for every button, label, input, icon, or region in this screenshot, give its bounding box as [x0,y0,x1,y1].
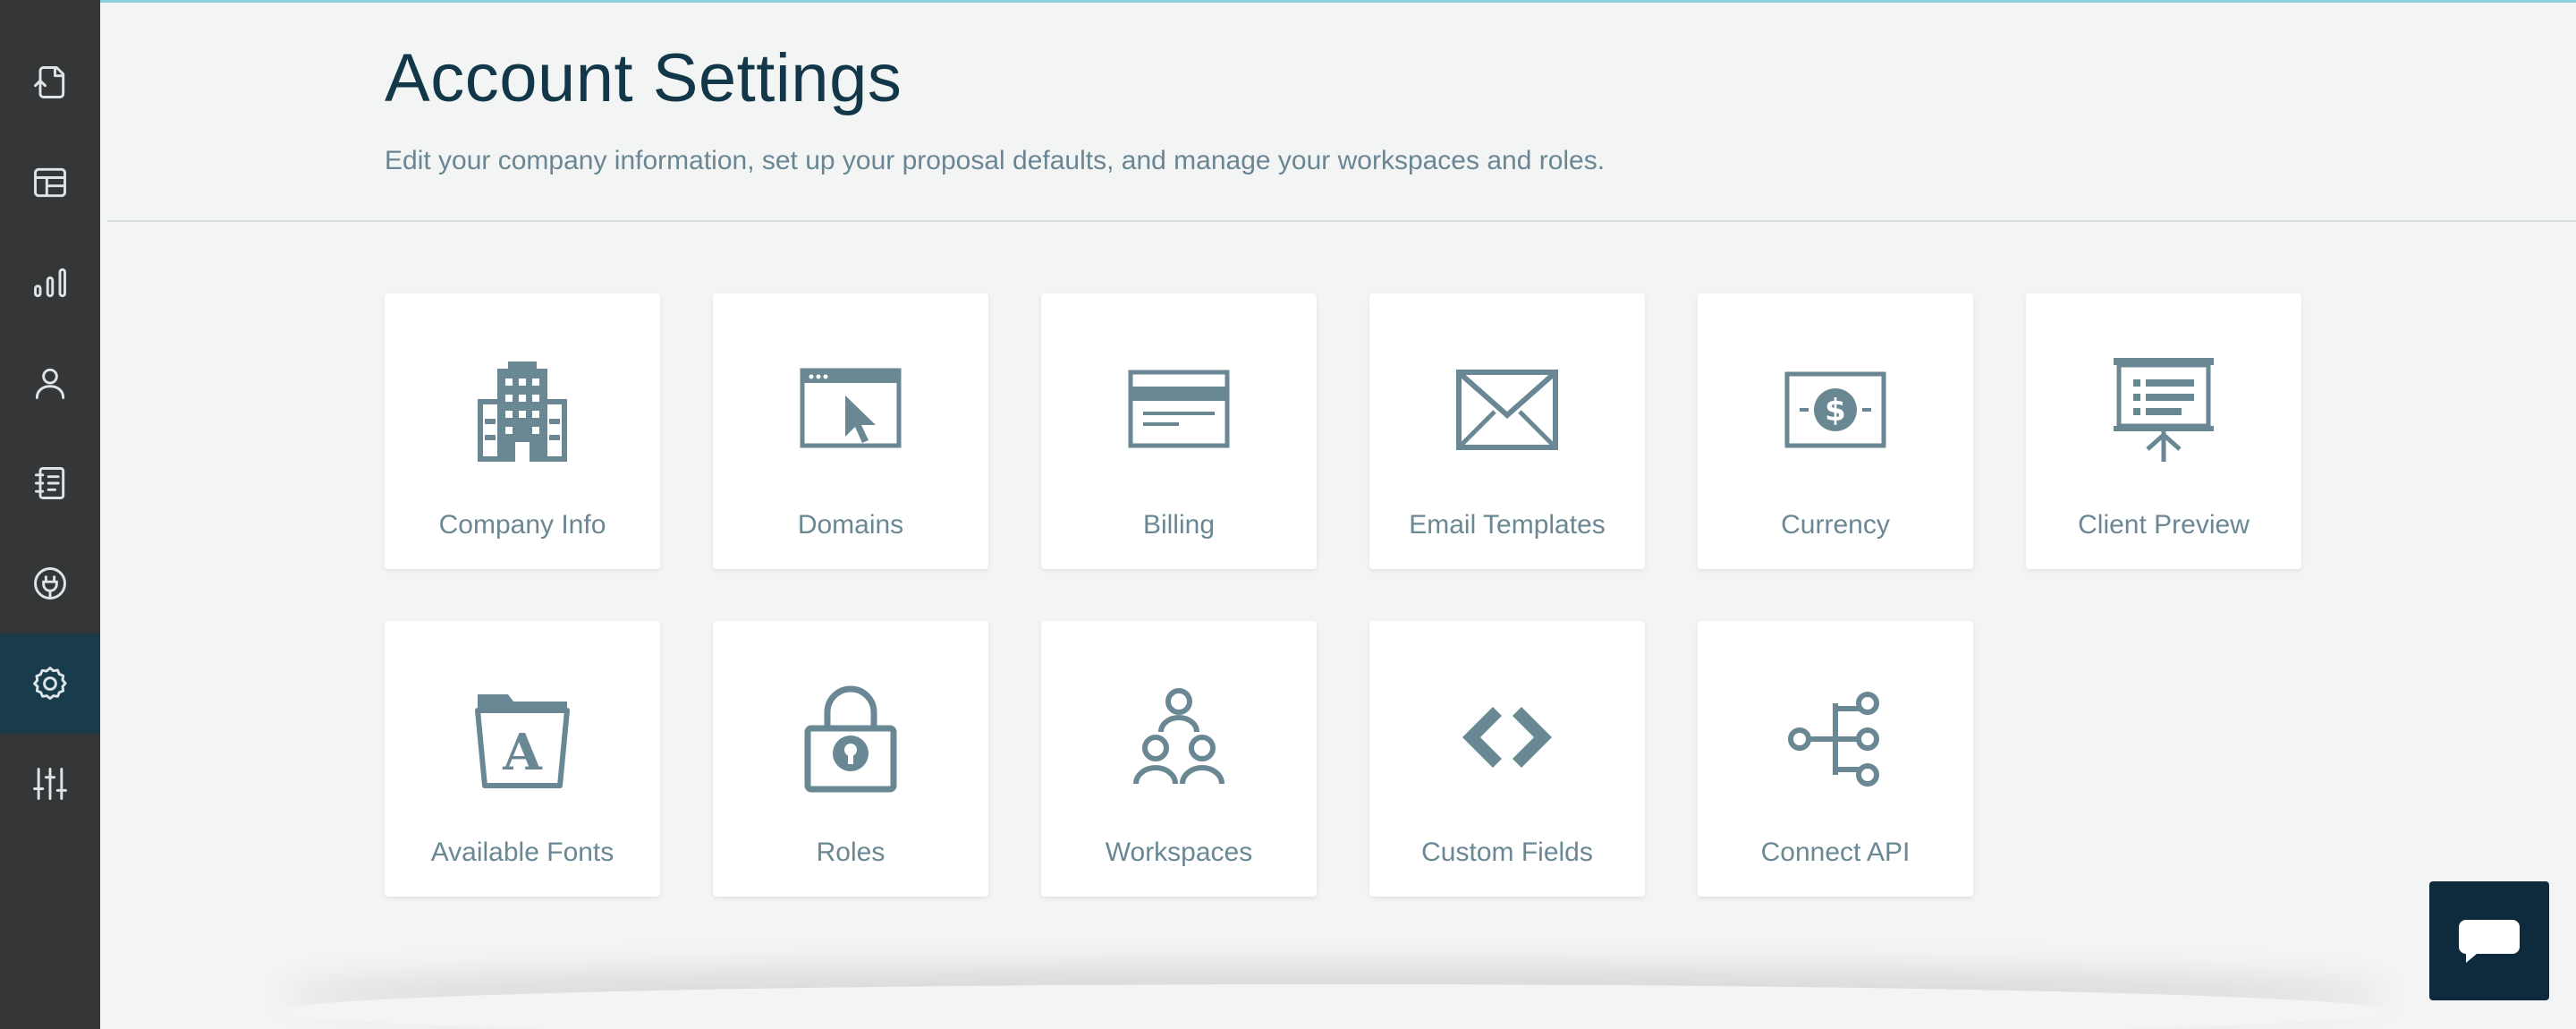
building-icon [478,361,567,462]
card-company-info[interactable]: Company Info [385,293,660,569]
card-label: Company Info [438,510,606,540]
sidebar-item-documents[interactable] [0,32,100,132]
page-title: Account Settings [385,40,902,116]
card-connect-api[interactable]: Connect API [1698,621,1973,897]
chat-launcher-button[interactable] [2429,881,2549,1000]
sidebar-item-integrations[interactable] [0,533,100,634]
svg-text:A: A [502,723,543,782]
card-label: Roles [816,838,886,867]
card-label: Billing [1142,510,1216,540]
gear-icon [33,667,67,701]
card-custom-fields[interactable]: Custom Fields [1369,621,1645,897]
card-billing[interactable]: Billing [1041,293,1317,569]
api-network-icon [1788,692,1879,787]
sidebar-item-preferences[interactable] [0,734,100,834]
card-label: Currency [1781,510,1890,540]
padlock-icon [804,685,897,793]
card-label: Client Preview [2078,510,2250,540]
card-client-preview[interactable]: Client Preview [2026,293,2301,569]
chat-bubble-icon [2459,919,2520,963]
svg-text:$: $ [1825,393,1846,429]
notebook-icon [34,467,65,499]
card-label: Available Fonts [430,838,614,867]
sidebar-item-library[interactable] [0,433,100,533]
user-icon [35,368,65,399]
card-domains[interactable]: Domains [713,293,988,569]
presentation-board-icon [2114,358,2214,462]
page-subtitle: Edit your company information, set up yo… [385,146,1606,175]
bar-chart-icon [34,268,66,298]
sidebar-item-templates[interactable] [0,132,100,233]
font-folder-icon: A [475,694,570,788]
people-group-icon [1133,688,1224,785]
bottom-panel-shadow [279,984,2390,1029]
card-currency[interactable]: $ Currency [1698,293,1973,569]
code-brackets-icon [1462,707,1552,768]
sidebar [0,0,100,1029]
sidebar-item-reports[interactable] [0,233,100,333]
sidebar-item-settings[interactable] [0,634,100,734]
sidebar-item-contacts[interactable] [0,333,100,433]
sliders-icon [33,768,67,800]
envelope-icon [1456,370,1558,450]
card-roles[interactable]: Roles [713,621,988,897]
card-label: Workspaces [1105,838,1253,867]
dollar-bill-icon: $ [1784,371,1886,448]
card-label: Connect API [1760,838,1911,867]
main-content: Account Settings Edit your company infor… [100,0,2576,1029]
card-label: Domains [797,510,904,540]
credit-card-icon [1128,370,1230,448]
card-email-templates[interactable]: Email Templates [1369,293,1645,569]
header-divider [107,220,2576,222]
layout-icon [34,167,66,198]
card-available-fonts[interactable]: A Available Fonts [385,621,660,897]
card-label: Email Templates [1409,510,1606,540]
card-label: Custom Fields [1421,838,1593,867]
plug-icon [34,567,66,600]
browser-cursor-icon [800,368,902,448]
card-workspaces[interactable]: Workspaces [1041,621,1317,897]
document-icon [34,66,65,98]
